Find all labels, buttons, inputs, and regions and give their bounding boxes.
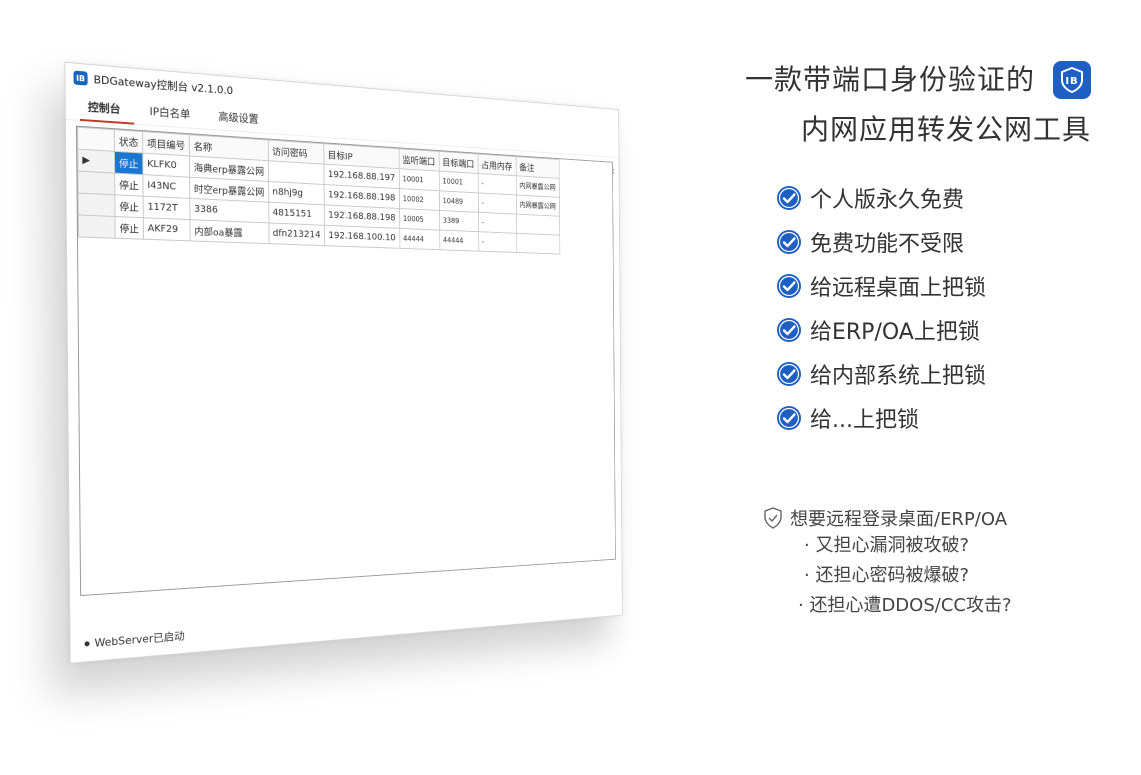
window-title: BDGateway控制台 v2.1.0.0 (93, 73, 234, 98)
app-screenshot: IB BDGateway控制台 v2.1.0.0 - □ x 控制台 IP白名单… (55, 40, 745, 740)
headline-line-2: 内网应用转发公网工具 (800, 113, 1091, 146)
col-listen-port[interactable]: 监听端口 (398, 148, 439, 172)
name-cell[interactable]: 内部oa暴露 (189, 219, 269, 244)
feature-text: 免费功能不受限 (810, 232, 965, 257)
feature-item: 个人版永久免费 (776, 176, 986, 220)
edit-button[interactable]: 修改 (515, 564, 537, 597)
shield-check-icon (764, 507, 782, 529)
action-toolbar: 全部启动 全部停止 启动/停止 创建 修改 删除 刷新 日志 (374, 558, 616, 597)
listen-port-cell[interactable]: 44444 (399, 228, 440, 250)
tab-ip-whitelist[interactable]: IP白名单 (142, 103, 211, 129)
svg-text:IB: IB (1065, 76, 1078, 87)
memory-cell[interactable]: - (478, 192, 517, 215)
worry-line: · 还担心遭DDOS/CC攻击? (798, 595, 1012, 616)
note-cell[interactable] (516, 214, 560, 236)
headline-line-1: 一款带端口身份验证的 (744, 63, 1035, 96)
worry-title: 想要远程登录桌面/ERP/OA (790, 509, 1008, 530)
col-memory[interactable]: 占用内存 (477, 154, 516, 176)
target-port-cell[interactable]: 10001 (438, 171, 479, 193)
feature-text: 给ERP/OA上把锁 (810, 320, 980, 345)
note-cell[interactable] (516, 233, 560, 254)
ip-cell[interactable]: 192.168.100.10 (324, 225, 400, 249)
row-header-corner (77, 127, 115, 152)
check-circle-icon (777, 362, 801, 386)
log-button[interactable]: 日志 (594, 558, 616, 593)
refresh-button[interactable]: 刷新 (571, 561, 591, 594)
app-logo-icon: IB (73, 70, 88, 86)
password-cell[interactable]: n8hj9g (268, 181, 325, 205)
check-circle-icon (777, 406, 801, 430)
feature-item: 给远程桌面上把锁 (776, 264, 986, 308)
delete-button[interactable]: 删除 (540, 562, 563, 597)
col-status[interactable]: 状态 (114, 129, 143, 154)
app-window: IB BDGateway控制台 v2.1.0.0 - □ x 控制台 IP白名单… (64, 61, 623, 664)
tab-advanced[interactable]: 高级设置 (211, 108, 278, 134)
worry-section: 想要远程登录桌面/ERP/OA · 又担心漏洞被攻破? · 还担心密码被爆破? … (762, 505, 1012, 621)
worry-line: · 又担心漏洞被攻破? (804, 535, 969, 556)
col-note[interactable]: 备注 (515, 156, 559, 179)
feature-item: 给ERP/OA上把锁 (776, 308, 986, 352)
row-header (78, 193, 116, 217)
note-cell[interactable]: 内网暴露公网 (516, 194, 560, 217)
check-circle-icon (777, 318, 801, 342)
id-cell[interactable]: AKF29 (143, 217, 191, 241)
row-header (77, 171, 115, 195)
col-id[interactable]: 项目编号 (142, 131, 190, 156)
status-cell[interactable]: 停止 (115, 216, 144, 240)
status-bar: WebServer已启动 (84, 628, 185, 652)
server-status-text: WebServer已启动 (94, 629, 185, 650)
current-row-indicator-icon: ▶ (77, 149, 115, 174)
target-port-cell[interactable]: 3389 (439, 210, 479, 232)
id-cell[interactable]: I43NC (142, 174, 190, 199)
feature-text: 给内部系统上把锁 (810, 364, 987, 389)
toolbar-divider (443, 581, 445, 594)
id-cell[interactable]: 1172T (143, 196, 190, 220)
feature-list: 个人版永久免费 免费功能不受限 给远程桌面上把锁 给ERP/OA上把锁 给内部系… (776, 176, 986, 440)
promo-headline: 一款带端口身份验证的 IB 内网应用转发公网工具 (745, 55, 1091, 155)
toolbar-divider (483, 578, 485, 591)
listen-port-cell[interactable]: 10005 (399, 208, 440, 231)
status-cell[interactable]: 停止 (114, 173, 144, 197)
status-cell[interactable]: 停止 (114, 194, 144, 218)
feature-text: 给远程桌面上把锁 (810, 276, 987, 301)
feature-text: 个人版永久免费 (810, 188, 965, 213)
id-cell[interactable]: KLFK0 (142, 153, 190, 178)
target-port-cell[interactable]: 10489 (439, 190, 479, 213)
toggle-start-stop-button[interactable]: 启动/停止 (449, 568, 480, 597)
stop-all-button[interactable]: 全部停止 (409, 571, 440, 597)
feature-item: 给内部系统上把锁 (776, 352, 986, 396)
password-cell[interactable]: dfn213214 (268, 222, 325, 246)
target-port-cell[interactable]: 44444 (439, 230, 479, 252)
memory-cell[interactable]: - (478, 231, 517, 253)
feature-text: 给...上把锁 (810, 408, 919, 433)
check-circle-icon (777, 186, 801, 210)
listen-port-cell[interactable]: 10001 (398, 168, 440, 191)
toolbar-divider (566, 572, 568, 585)
check-circle-icon (777, 274, 801, 298)
col-target-port[interactable]: 目标端口 (438, 151, 478, 174)
brand-shield-icon: IB (1053, 61, 1091, 99)
headline-row-1: 一款带端口身份验证的 IB (745, 55, 1091, 105)
password-cell[interactable]: 4815151 (268, 202, 325, 226)
start-all-button[interactable]: 全部启动 (374, 573, 405, 597)
create-button[interactable]: 创建 (488, 565, 511, 597)
worry-line: · 还担心密码被爆破? (804, 565, 969, 586)
memory-cell[interactable]: - (478, 212, 517, 234)
worry-heading: 想要远程登录桌面/ERP/OA (762, 505, 1012, 531)
feature-item: 免费功能不受限 (776, 220, 986, 264)
row-header (78, 214, 116, 239)
project-grid: 状态 项目编号 名称 访问密码 目标IP 监听端口 目标端口 占用内存 备注 ▶ (75, 125, 616, 597)
tab-console[interactable]: 控制台 (80, 98, 142, 124)
check-circle-icon (777, 230, 801, 254)
status-dot-icon (84, 640, 90, 647)
listen-port-cell[interactable]: 10002 (399, 188, 440, 211)
feature-item: 给...上把锁 (776, 396, 986, 440)
memory-cell[interactable]: - (477, 173, 517, 195)
note-cell[interactable]: 内网暴露公网 (515, 175, 560, 198)
status-cell[interactable]: 停止 (114, 151, 143, 175)
